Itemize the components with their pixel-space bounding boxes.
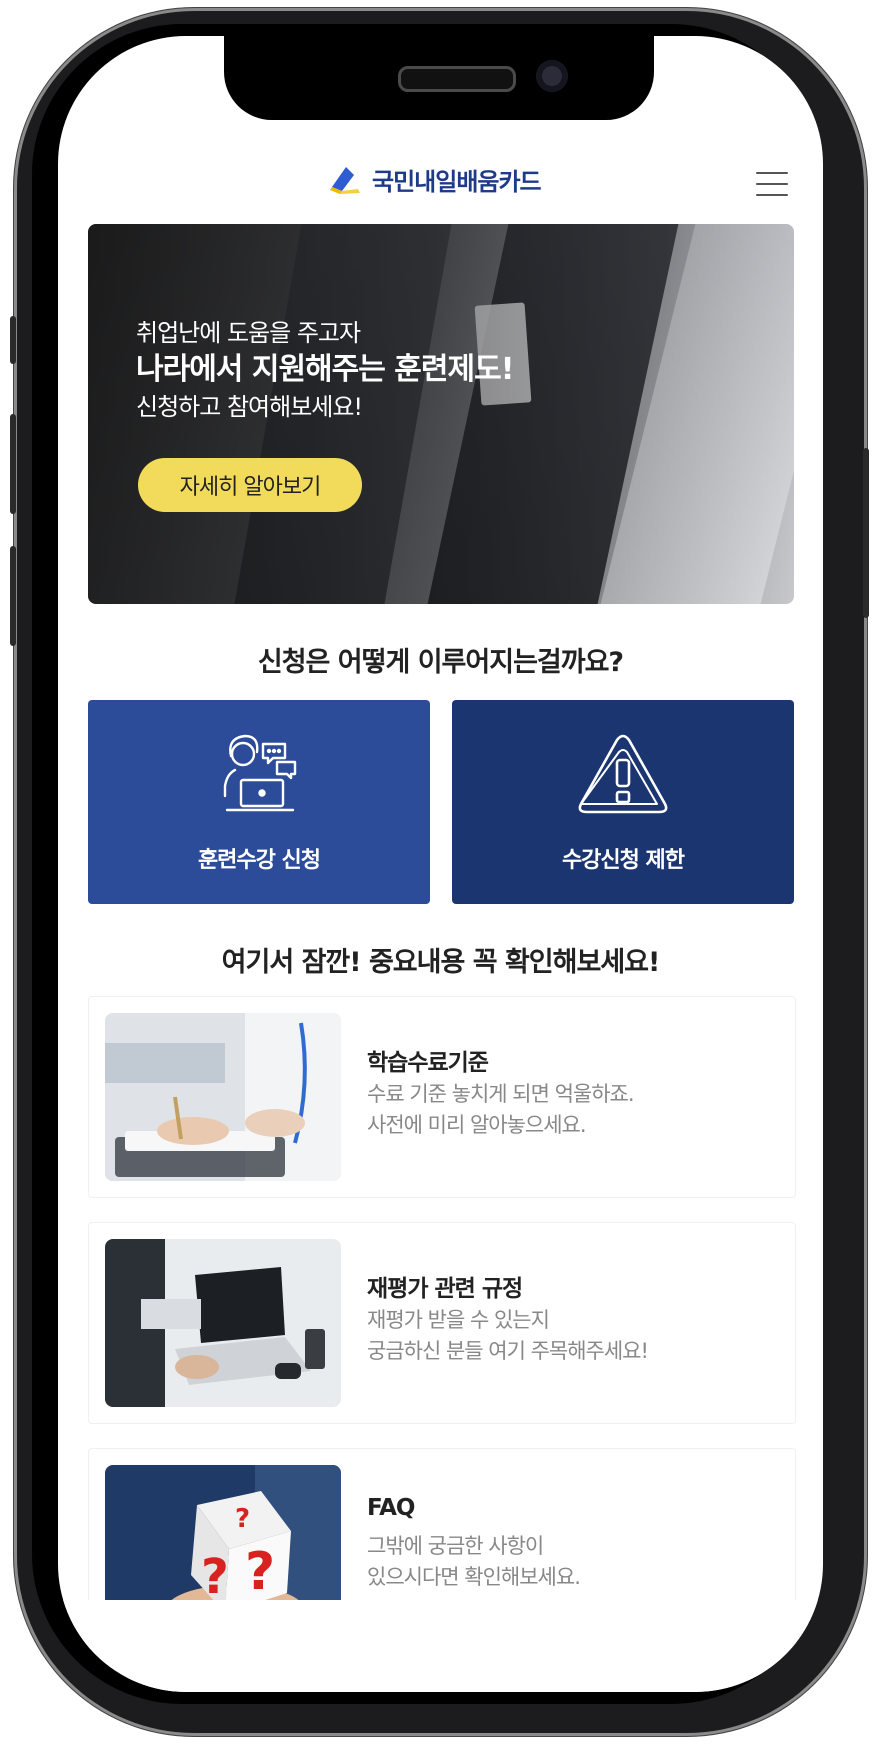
card-desc: 재평가 받을 수 있는지 궁금하신 분들 여기 주목해주세요!	[367, 1305, 649, 1367]
card-title: FAQ	[367, 1495, 415, 1521]
bottom-fade	[58, 1600, 823, 1692]
hamburger-menu-icon[interactable]	[756, 172, 788, 196]
tile-training-apply[interactable]: 훈련수강 신청	[88, 700, 430, 904]
section-title-apply: 신청은 어떻게 이루어지는걸까요?	[257, 647, 624, 678]
card-desc-line-1: 그밖에 궁금한 사항이	[367, 1534, 544, 1558]
card-desc: 그밖에 궁금한 사항이 있으시다면 확인해보세요.	[367, 1531, 581, 1593]
svg-text:?: ?	[245, 1542, 275, 1602]
person-laptop-chat-icon	[209, 730, 309, 820]
camera	[536, 60, 568, 92]
card-image-laptop	[105, 1239, 341, 1407]
card-desc: 수료 기준 놓치게 되면 억울하죠. 사전에 미리 알아놓으세요.	[367, 1079, 635, 1141]
hero-line-2: 나라에서 지원해주는 훈련제도!	[136, 352, 514, 387]
hero-banner: 취업난에 도움을 주고자 나라에서 지원해주는 훈련제도! 신청하고 참여해보세…	[88, 224, 794, 604]
header: 국민내일배움카드	[58, 142, 823, 212]
info-card-reassessment[interactable]: 재평가 관련 규정 재평가 받을 수 있는지 궁금하신 분들 여기 주목해주세요…	[88, 1222, 796, 1424]
tile-enrollment-restriction[interactable]: 수강신청 제한	[452, 700, 794, 904]
hero-line-1: 취업난에 도움을 주고자	[136, 319, 361, 347]
card-desc-line-2: 있으시다면 확인해보세요.	[367, 1565, 581, 1589]
card-desc-line-2: 궁금하신 분들 여기 주목해주세요!	[367, 1339, 649, 1363]
logo-mark-icon	[328, 165, 362, 195]
card-image-writing	[105, 1013, 341, 1181]
warning-triangle-icon	[573, 730, 673, 820]
card-desc-line-1: 수료 기준 놓치게 되면 억울하죠.	[367, 1082, 635, 1106]
phone-side-button	[10, 316, 16, 364]
notch	[224, 36, 654, 120]
tile-enrollment-restriction-label: 수강신청 제한	[561, 848, 685, 873]
hero-text: 취업난에 도움을 주고자 나라에서 지원해주는 훈련제도! 신청하고 참여해보세…	[136, 316, 514, 424]
phone-volume-up-button	[10, 414, 16, 514]
card-title: 재평가 관련 규정	[367, 1276, 523, 1302]
card-title: 학습수료기준	[367, 1050, 489, 1076]
phone-volume-down-button	[10, 546, 16, 646]
card-desc-line-2: 사전에 미리 알아놓으세요.	[367, 1113, 587, 1137]
info-card-completion[interactable]: 학습수료기준 수료 기준 놓치게 되면 억울하죠. 사전에 미리 알아놓으세요.	[88, 996, 796, 1198]
card-desc-line-1: 재평가 받을 수 있는지	[367, 1308, 550, 1332]
screen: 국민내일배움카드 취업난에 도움을 주고자 나라에서 지원해주는 훈련제도! 신…	[58, 36, 823, 1692]
section-title-important: 여기서 잠깐! 중요내용 꼭 확인해보세요!	[221, 947, 661, 978]
hero-line-3: 신청하고 참여해보세요!	[136, 393, 363, 421]
speaker	[398, 66, 516, 92]
phone-power-button	[863, 448, 869, 618]
logo-text: 국민내일배움카드	[372, 168, 542, 196]
svg-text:?: ?	[201, 1549, 229, 1605]
svg-text:?: ?	[235, 1504, 250, 1534]
learn-more-button[interactable]: 자세히 알아보기	[138, 458, 362, 512]
tile-training-apply-label: 훈련수강 신청	[197, 848, 321, 873]
logo[interactable]: 국민내일배움카드	[328, 162, 542, 197]
